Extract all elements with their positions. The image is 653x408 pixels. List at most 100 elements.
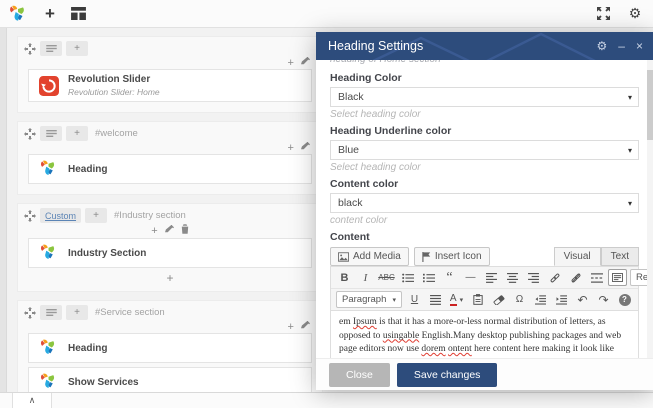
content-label: Content (330, 231, 639, 243)
heading-color-label: Heading Color (330, 72, 639, 84)
special-character-button[interactable]: Ω (510, 291, 529, 308)
modal-header[interactable]: Heading Settings ⚙ – × (316, 32, 653, 60)
move-row-icon[interactable] (24, 307, 36, 319)
modal-title: Heading Settings (328, 39, 423, 53)
align-left-button[interactable] (482, 269, 501, 286)
justify-button[interactable] (426, 291, 445, 308)
edit-column-icon[interactable] (301, 57, 310, 69)
top-toolbar: + ⚙ (0, 0, 653, 28)
heading-color-select[interactable]: Black ▾ (330, 87, 639, 107)
element-title: Heading (68, 343, 107, 354)
vc-backend-editor: + ⚙ + + (0, 0, 653, 408)
move-row-icon[interactable] (24, 43, 36, 55)
bullet-list-button[interactable] (398, 269, 417, 286)
modal-minimize-icon[interactable]: – (618, 40, 625, 52)
move-row-icon[interactable] (24, 128, 36, 140)
add-media-button[interactable]: Add Media (330, 247, 409, 266)
prepend-element-icon[interactable]: + (288, 142, 294, 154)
underline-color-select[interactable]: Blue ▾ (330, 140, 639, 160)
read-more-tag-button[interactable] (587, 269, 606, 286)
modal-close-icon[interactable]: × (636, 40, 643, 52)
edit-column-icon[interactable] (301, 321, 310, 333)
delete-column-icon[interactable] (181, 225, 189, 237)
collapse-caret-button[interactable]: ∧ (12, 393, 52, 408)
element-revolution-slider[interactable]: Revolution Slider Revolution Slider: Hom… (28, 69, 312, 102)
heading-color-help: Select heading color (330, 109, 639, 120)
unlink-button[interactable] (566, 269, 585, 286)
edit-column-icon[interactable] (165, 225, 174, 237)
row-industry-section: Custom + #Industry section + Industry Se… (17, 203, 323, 292)
redo-button[interactable]: ↷ (594, 291, 613, 308)
add-element-icon[interactable]: + (151, 225, 157, 237)
outdent-button[interactable] (531, 291, 550, 308)
row-revolution-slider: + + Revolution Slider Revolution Slider:… (17, 36, 323, 113)
add-element-button[interactable]: + (36, 0, 64, 28)
modal-scrollbar-thumb[interactable] (647, 70, 653, 140)
left-gutter (0, 28, 7, 392)
text-color-button[interactable]: A▾ (447, 291, 466, 308)
settings-gear-icon[interactable]: ⚙ (621, 0, 649, 28)
row-layout-button[interactable] (40, 305, 62, 320)
add-column-button[interactable]: + (66, 126, 88, 141)
column-controls: + (18, 57, 322, 68)
paste-as-text-button[interactable] (468, 291, 487, 308)
undo-button[interactable]: ↶ (573, 291, 592, 308)
editor-toolbar-row-2: Paragraph▾ U A▾ Ω ↶ ↷ ? (331, 289, 638, 311)
paragraph-format-select[interactable]: Paragraph▾ (336, 291, 402, 308)
layout-templates-button[interactable] (64, 0, 92, 28)
strikethrough-button[interactable]: ABC (377, 269, 396, 286)
prepend-element-icon[interactable]: + (288, 57, 294, 69)
visual-composer-logo-icon (8, 4, 28, 24)
modal-settings-gear-icon[interactable]: ⚙ (597, 40, 608, 52)
row-layout-button[interactable] (40, 126, 62, 141)
underline-color-label: Heading Underline color (330, 125, 639, 137)
align-right-button[interactable] (524, 269, 543, 286)
move-row-icon[interactable] (24, 210, 36, 222)
help-button[interactable]: ? (615, 291, 634, 308)
column-controls: + (18, 224, 322, 237)
insert-icon-button[interactable]: Insert Icon (414, 247, 490, 266)
editor-content-text[interactable]: em Ipsum is that it has a more-or-less n… (331, 311, 638, 358)
toolbar-toggle-button[interactable] (608, 269, 627, 286)
modal-footer: Close Save changes (316, 358, 653, 390)
align-center-button[interactable] (503, 269, 522, 286)
clear-formatting-button[interactable] (489, 291, 508, 308)
element-heading[interactable]: Heading (28, 333, 312, 363)
numbered-list-button[interactable] (419, 269, 438, 286)
link-button[interactable] (545, 269, 564, 286)
row-anchor-label: #welcome (95, 128, 138, 139)
content-color-select[interactable]: black ▾ (330, 193, 639, 213)
edit-column-icon[interactable] (301, 142, 310, 154)
editor-media-row: Add Media Insert Icon Visual Text (330, 247, 639, 266)
fullscreen-icon[interactable] (589, 0, 617, 28)
italic-button[interactable]: I (356, 269, 375, 286)
underline-button[interactable]: U (405, 291, 424, 308)
element-show-services[interactable]: Show Services (28, 367, 312, 392)
horizontal-rule-button[interactable]: — (461, 269, 480, 286)
row-layout-button[interactable] (40, 41, 62, 56)
blockquote-button[interactable]: “ (440, 274, 459, 282)
bold-button[interactable]: B (335, 269, 354, 286)
prepend-element-icon[interactable]: + (288, 321, 294, 333)
modal-scrollbar[interactable] (647, 60, 653, 358)
tinymce-editor: B I ABC “ — RevSlider▾ (330, 266, 639, 358)
heading-color-value: Black (338, 91, 364, 103)
row-welcome: + #welcome + Heading (17, 121, 323, 195)
tab-text[interactable]: Text (601, 247, 639, 266)
add-column-button[interactable]: + (66, 305, 88, 320)
element-heading[interactable]: Heading (28, 154, 312, 184)
clipped-help-text: heading of Home section (330, 60, 639, 67)
add-column-button[interactable]: + (66, 41, 88, 56)
add-column-button[interactable]: + (85, 208, 107, 223)
custom-layout-button[interactable]: Custom (40, 208, 81, 223)
content-color-value: black (338, 197, 363, 209)
column-controls: + (18, 142, 322, 153)
save-changes-button[interactable]: Save changes (397, 363, 498, 387)
row-controls: Custom + #Industry section (18, 207, 322, 224)
indent-button[interactable] (552, 291, 571, 308)
tab-visual[interactable]: Visual (554, 247, 601, 266)
flag-icon (422, 252, 431, 262)
close-button[interactable]: Close (329, 363, 390, 387)
append-element-button[interactable]: + (18, 272, 322, 285)
element-industry-section[interactable]: Industry Section (28, 238, 312, 268)
